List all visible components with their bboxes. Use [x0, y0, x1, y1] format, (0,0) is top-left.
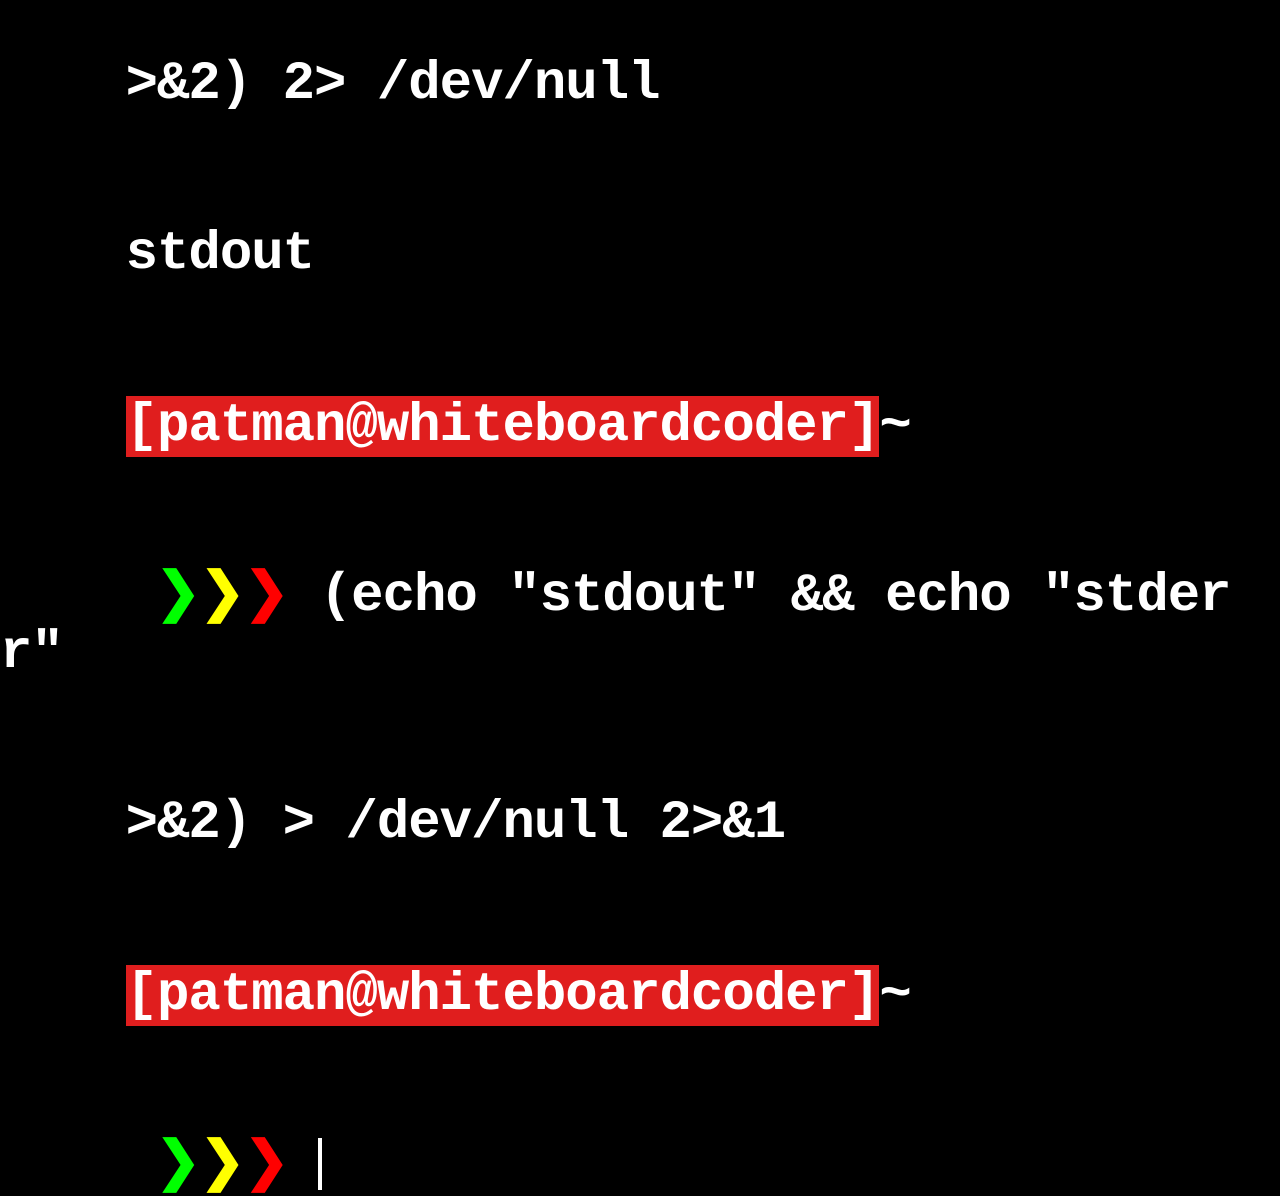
- prompt-line-1: [patman@whiteboardcoder]~: [0, 342, 1280, 512]
- chevron-icon: ❯: [200, 1135, 244, 1196]
- terminal-window[interactable]: >&2) 2> /dev/null stdout [patman@whitebo…: [0, 0, 1280, 1196]
- command-fragment: >&2) 2> /dev/null: [126, 54, 660, 115]
- prompt-chevrons: ❯❯❯: [126, 566, 289, 627]
- user-host-prompt: [patman@whiteboardcoder]: [126, 396, 880, 457]
- command-line-1-wrap: >&2) > /dev/null 2>&1: [0, 739, 1280, 909]
- path-indicator: ~: [879, 965, 910, 1026]
- partial-command-continuation: >&2) 2> /dev/null: [0, 0, 1280, 170]
- prompt-chevrons: ❯❯❯: [126, 1135, 289, 1196]
- terminal-cursor: [318, 1138, 322, 1190]
- path-indicator: ~: [879, 396, 910, 457]
- command-output: stdout: [0, 170, 1280, 340]
- command-line-1: ❯❯❯ (echo "stdout" && echo "stderr": [0, 512, 1280, 739]
- stdout-output: stdout: [126, 224, 314, 285]
- chevron-icon: ❯: [244, 1135, 288, 1196]
- chevron-icon: ❯: [156, 1135, 200, 1196]
- chevron-icon: ❯: [156, 566, 200, 627]
- user-host-prompt: [patman@whiteboardcoder]: [126, 965, 880, 1026]
- current-input-line[interactable]: ❯❯❯: [0, 1081, 1280, 1196]
- chevron-icon: ❯: [200, 566, 244, 627]
- command-text-wrap: >&2) > /dev/null 2>&1: [126, 793, 786, 854]
- chevron-icon: ❯: [244, 566, 288, 627]
- prompt-line-2: [patman@whiteboardcoder]~: [0, 911, 1280, 1081]
